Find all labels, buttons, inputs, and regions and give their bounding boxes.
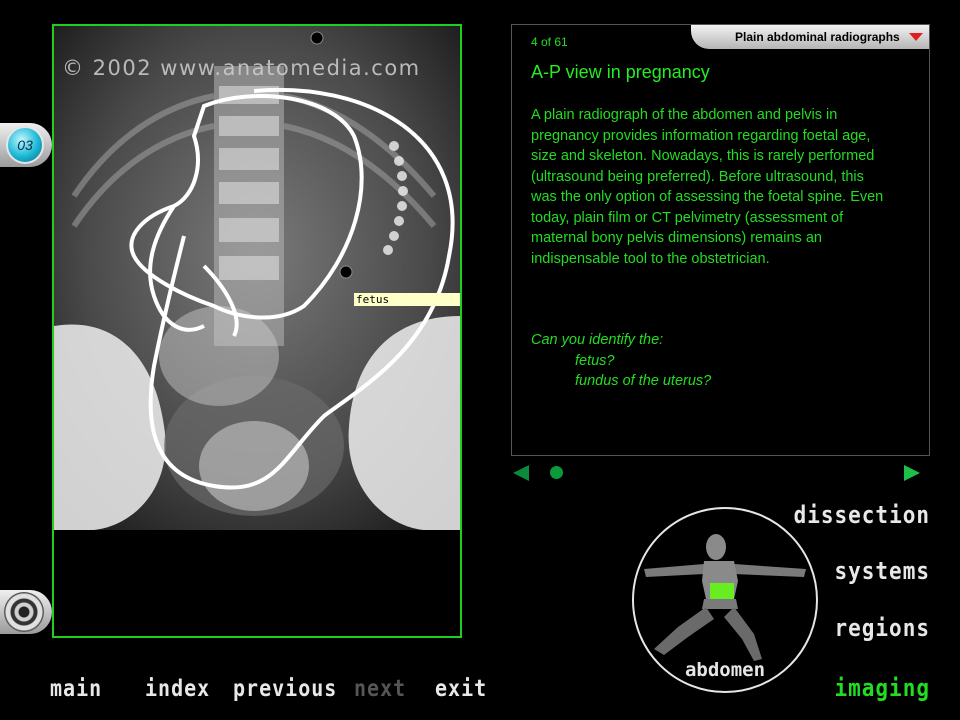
page-counter: 4 of 61 — [531, 35, 568, 49]
question-prompt: Can you identify the: — [531, 332, 664, 348]
section-dropdown[interactable]: Plain abdominal radiographs — [691, 25, 929, 49]
nav-next[interactable]: next — [354, 674, 406, 702]
nav-regions[interactable]: regions — [834, 614, 930, 642]
cd-icon[interactable] — [4, 592, 44, 632]
section-label: Plain abdominal radiographs — [735, 30, 900, 44]
nav-dissection[interactable]: dissection — [794, 501, 930, 529]
region-selector[interactable]: abdomen — [632, 507, 818, 693]
question-item-fundus[interactable]: fundus of the uterus? — [531, 371, 711, 392]
question-block: Can you identify the: fetus? fundus of t… — [531, 330, 711, 392]
nav-exit[interactable]: exit — [435, 674, 487, 702]
nav-previous[interactable]: previous — [233, 674, 337, 702]
copyright-watermark: © 2002 www.anatomedia.com — [62, 56, 421, 80]
dropdown-arrow-icon[interactable] — [909, 33, 923, 41]
xray-image — [54, 26, 460, 530]
previous-arrow-icon[interactable] — [513, 465, 529, 481]
text-panel: Plain abdominal radiographs 4 of 61 A-P … — [511, 24, 930, 456]
page-title: A-P view in pregnancy — [531, 62, 710, 82]
page-number-badge[interactable]: 03 — [6, 126, 44, 164]
nav-imaging[interactable]: imaging — [834, 674, 930, 702]
nav-index[interactable]: index — [145, 674, 210, 702]
nav-main[interactable]: main — [50, 674, 102, 702]
hotspot-tooltip: fetus — [354, 293, 460, 306]
region-label: abdomen — [684, 659, 766, 681]
image-panel: © 2002 www.anatomedia.com fetus — [52, 24, 462, 638]
next-arrow-icon[interactable] — [904, 465, 920, 481]
nav-systems[interactable]: systems — [834, 557, 930, 585]
description-text: A plain radiograph of the abdomen and pe… — [531, 107, 884, 267]
question-item-fetus[interactable]: fetus? — [531, 351, 711, 372]
pager-dot-icon[interactable] — [550, 466, 563, 479]
